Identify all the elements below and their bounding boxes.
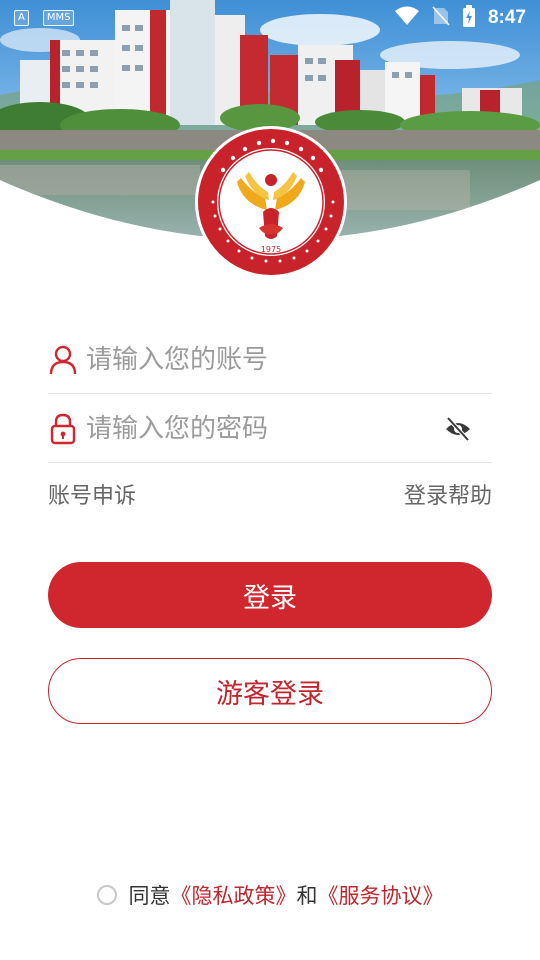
battery-charging-icon <box>462 5 476 31</box>
status-bar: A MMS 8:47 <box>0 0 540 36</box>
agree-radio[interactable] <box>96 885 117 905</box>
login-help-link[interactable]: 登录帮助 <box>404 478 492 510</box>
guest-login-button[interactable]: 游客登录 <box>48 658 492 724</box>
form-links: 账号申诉 登录帮助 <box>48 478 492 510</box>
no-sim-icon <box>432 6 450 30</box>
notification-badge-a: A <box>14 10 29 26</box>
agree-prefix: 同意 <box>128 884 171 908</box>
agreement-row: 同意 《隐私政策》 和 《服务协议》 <box>0 880 540 910</box>
user-icon <box>48 343 78 377</box>
account-appeal-link[interactable]: 账号申诉 <box>48 478 136 510</box>
status-time: 8:47 <box>487 7 526 28</box>
service-agreement-link[interactable]: 《服务协议》 <box>318 880 444 910</box>
logo-year: 1975 <box>261 245 281 254</box>
account-input[interactable] <box>86 344 492 375</box>
lock-icon <box>48 412 78 446</box>
notification-badge-mms: MMS <box>42 10 75 26</box>
wifi-icon <box>394 6 420 30</box>
login-button[interactable]: 登录 <box>48 562 492 628</box>
password-field[interactable] <box>48 395 492 463</box>
privacy-policy-link[interactable]: 《隐私政策》 <box>171 880 297 910</box>
password-input[interactable] <box>86 413 438 444</box>
agree-and: 和 <box>296 884 318 908</box>
college-logo: 1975 <box>193 124 349 280</box>
account-field[interactable] <box>48 326 492 394</box>
eye-off-icon[interactable] <box>438 409 478 449</box>
